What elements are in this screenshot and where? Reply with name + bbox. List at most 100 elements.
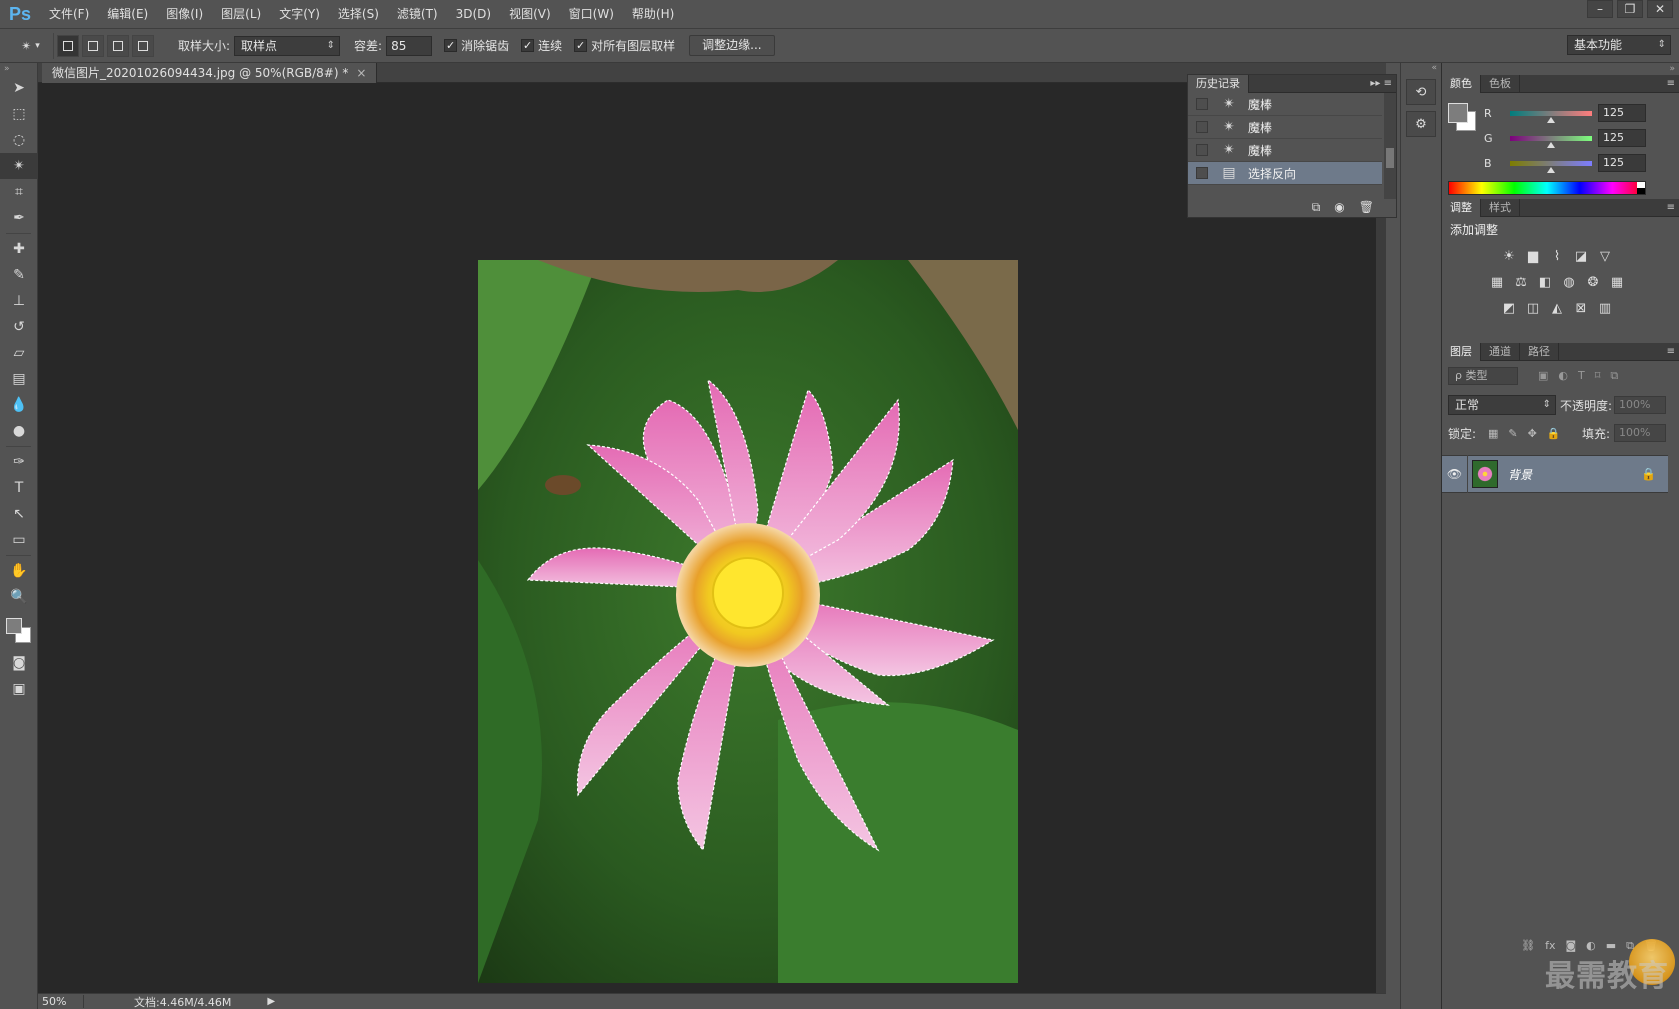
history-snapshot-checkbox[interactable] [1196, 144, 1208, 156]
magic-wand-tool[interactable]: ✴ [0, 153, 38, 179]
menu-type[interactable]: 文字(Y) [270, 0, 329, 28]
path-selection-tool[interactable]: ↖ [0, 501, 38, 527]
document-image[interactable] [478, 260, 1018, 983]
crop-tool[interactable]: ⌗ [0, 179, 38, 205]
link-layers-icon[interactable]: ⛓ [1521, 939, 1535, 957]
color-spectrum-bar[interactable] [1448, 181, 1646, 195]
foreground-color-swatch[interactable] [6, 618, 22, 634]
tool-preset-picker[interactable]: ✴ ▾ [8, 32, 54, 59]
menu-file[interactable]: 文件(F) [40, 0, 98, 28]
blue-slider[interactable] [1510, 160, 1592, 173]
type-tool[interactable]: T [0, 475, 38, 501]
intersect-selection-button[interactable] [132, 34, 154, 57]
gradient-tool[interactable]: ▤ [0, 366, 38, 392]
green-value-input[interactable]: 125 [1598, 129, 1646, 147]
history-snapshot-checkbox[interactable] [1196, 98, 1208, 110]
menu-layer[interactable]: 图层(L) [212, 0, 270, 28]
scroll-thumb[interactable] [1386, 148, 1394, 168]
zoom-level[interactable]: 50% [38, 995, 84, 1008]
foreground-color-swatch[interactable] [1448, 103, 1468, 123]
lasso-tool[interactable]: ◌ [0, 127, 38, 153]
restore-button[interactable]: ❐ [1617, 0, 1643, 18]
eraser-tool[interactable]: ▱ [0, 340, 38, 366]
color-lookup-icon[interactable]: ▦ [1609, 275, 1625, 291]
collapse-icon[interactable]: » [0, 63, 37, 75]
red-slider[interactable] [1510, 110, 1592, 123]
healing-brush-tool[interactable]: ✚ [0, 236, 38, 262]
type-filter-icon[interactable]: T [1578, 369, 1585, 383]
sample-all-layers-checkbox[interactable]: ✓ 对所有图层取样 [574, 37, 675, 54]
subtract-selection-button[interactable] [107, 34, 129, 57]
minimize-button[interactable]: – [1587, 0, 1613, 18]
canvas-area[interactable] [38, 83, 1376, 993]
antialias-checkbox[interactable]: ✓ 消除锯齿 [444, 37, 509, 54]
eye-icon[interactable]: 👁 [1442, 455, 1468, 493]
document-tab[interactable]: 微信图片_20201026094434.jpg @ 50%(RGB/8#) * × [42, 63, 378, 83]
collapse-icon[interactable]: « [1401, 63, 1441, 73]
invert-icon[interactable]: ◩ [1501, 301, 1517, 317]
tolerance-input[interactable]: 85 [386, 35, 433, 56]
workspace-select[interactable]: 基本功能 [1567, 35, 1671, 55]
panel-menu-icon[interactable]: ≡ [1667, 75, 1675, 93]
lock-transparent-icon[interactable]: ▦ [1488, 427, 1498, 440]
channel-mixer-icon[interactable]: ❂ [1585, 275, 1601, 291]
marquee-tool[interactable]: ⬚ [0, 101, 38, 127]
tab-swatches[interactable]: 色板 [1481, 75, 1520, 93]
close-button[interactable]: ✕ [1647, 0, 1673, 18]
panel-menu-icon[interactable]: ▸▸ ≡ [1370, 75, 1392, 93]
history-scrollbar[interactable] [1384, 93, 1396, 199]
new-document-from-state-icon[interactable]: ⧉ [1312, 200, 1321, 215]
properties-panel-button[interactable]: ⚙ [1406, 111, 1436, 137]
tab-channels[interactable]: 通道 [1481, 343, 1520, 361]
panel-menu-icon[interactable]: ≡ [1667, 199, 1675, 217]
adjustment-filter-icon[interactable]: ◐ [1558, 369, 1568, 383]
brush-tool[interactable]: ✎ [0, 262, 38, 288]
status-menu-arrow-icon[interactable]: ▶ [267, 996, 275, 1007]
slider-thumb[interactable] [1547, 166, 1555, 173]
tab-layers[interactable]: 图层 [1442, 343, 1481, 361]
sample-size-select[interactable]: 取样点 [234, 35, 341, 56]
layer-filter-type-select[interactable]: ρ 类型 [1448, 367, 1518, 385]
contiguous-checkbox[interactable]: ✓ 连续 [521, 37, 562, 54]
lock-position-icon[interactable]: ✥ [1528, 427, 1537, 440]
history-item-selected[interactable]: ▤ 选择反向 [1188, 162, 1382, 185]
fill-input[interactable]: 100% [1614, 424, 1666, 442]
shape-filter-icon[interactable]: ⌑ [1595, 369, 1601, 383]
photo-filter-icon[interactable]: ◍ [1561, 275, 1577, 291]
history-snapshot-checkbox[interactable] [1196, 167, 1208, 179]
history-item[interactable]: ✴ 魔棒 [1188, 116, 1382, 139]
black-white-icon[interactable]: ◧ [1537, 275, 1553, 291]
pen-tool[interactable]: ✑ [0, 449, 38, 475]
tab-color[interactable]: 颜色 [1442, 75, 1481, 93]
brightness-icon[interactable]: ☀ [1501, 249, 1517, 265]
history-brush-tool[interactable]: ↺ [0, 314, 38, 340]
slider-thumb[interactable] [1547, 116, 1555, 123]
eyedropper-tool[interactable]: ✒ [0, 205, 38, 231]
rectangle-tool[interactable]: ▭ [0, 527, 38, 553]
panel-menu-icon[interactable]: ≡ [1667, 343, 1675, 361]
menu-edit[interactable]: 编辑(E) [98, 0, 157, 28]
menu-window[interactable]: 窗口(W) [560, 0, 623, 28]
move-tool[interactable]: ➤ [0, 75, 38, 101]
blue-value-input[interactable]: 125 [1598, 154, 1646, 172]
dodge-tool[interactable]: ● [0, 418, 38, 444]
history-item[interactable]: ✴ 魔棒 [1188, 139, 1382, 162]
color-balance-icon[interactable]: ⚖ [1513, 275, 1529, 291]
red-value-input[interactable]: 125 [1598, 104, 1646, 122]
lock-all-icon[interactable]: 🔒 [1547, 427, 1561, 440]
pixel-filter-icon[interactable]: ▣ [1538, 369, 1548, 383]
menu-filter[interactable]: 滤镜(T) [388, 0, 447, 28]
expand-icon[interactable]: » [1442, 63, 1679, 75]
history-item[interactable]: ✴ 魔棒 [1188, 93, 1382, 116]
tab-paths[interactable]: 路径 [1520, 343, 1559, 361]
lock-pixels-icon[interactable]: ✎ [1508, 427, 1517, 440]
quick-mask-button[interactable]: ◙ [0, 650, 38, 676]
threshold-icon[interactable]: ◭ [1549, 301, 1565, 317]
zoom-tool[interactable]: 🔍 [0, 584, 38, 610]
vibrance-icon[interactable]: ▽ [1597, 249, 1613, 265]
hue-saturation-icon[interactable]: ▦ [1489, 275, 1505, 291]
menu-image[interactable]: 图像(I) [157, 0, 212, 28]
new-selection-button[interactable] [57, 34, 79, 57]
canvas-vertical-scrollbar[interactable] [1376, 83, 1386, 993]
gradient-map-icon[interactable]: ▥ [1597, 301, 1613, 317]
